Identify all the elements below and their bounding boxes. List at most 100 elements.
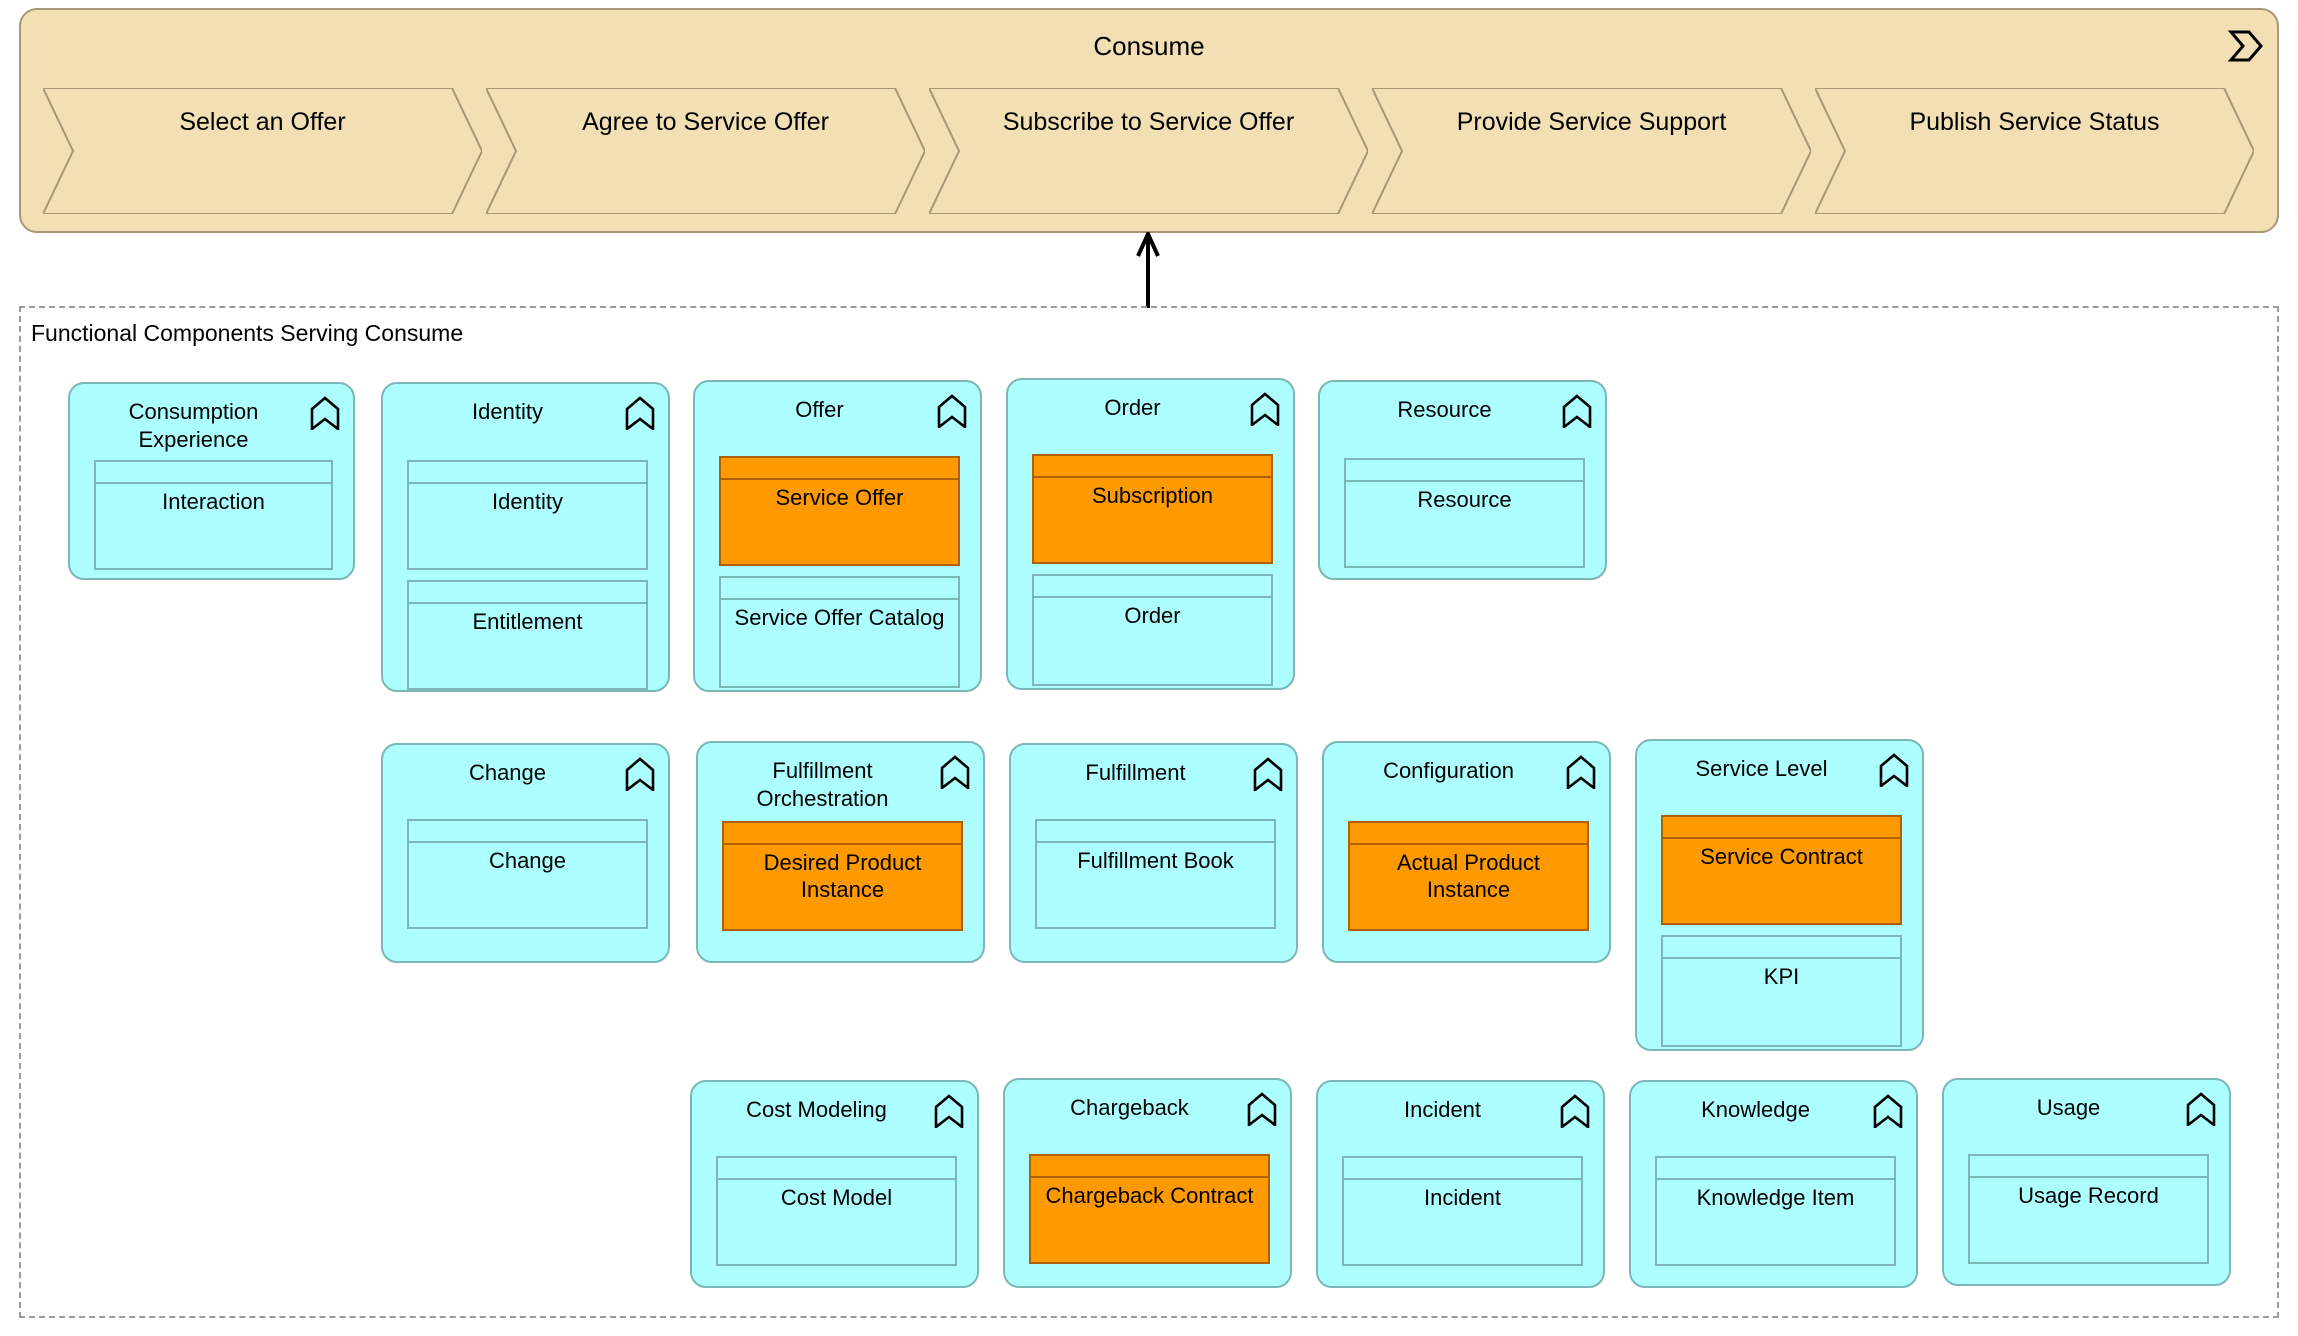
data-object-header-bar bbox=[1034, 476, 1271, 478]
data-object-header-bar bbox=[1346, 480, 1583, 482]
function-icon bbox=[1872, 1094, 1904, 1130]
function-card-usage[interactable]: Usage Usage Record bbox=[1942, 1078, 2231, 1286]
function-card-consumption-experience[interactable]: Consumption Experience Interaction bbox=[68, 382, 355, 580]
function-card-offer[interactable]: Offer Service Offer Service Offer Catalog bbox=[693, 380, 982, 692]
function-icon bbox=[624, 757, 656, 793]
data-object-usage-record[interactable]: Usage Record bbox=[1968, 1154, 2209, 1264]
data-object-label: Chargeback Contract bbox=[1045, 1183, 1254, 1208]
data-object-label: Order bbox=[1124, 603, 1181, 628]
function-icon bbox=[624, 396, 656, 432]
data-object-header-bar bbox=[1037, 841, 1274, 843]
function-card-title: Offer bbox=[795, 397, 844, 422]
function-card-order[interactable]: Order Subscription Order bbox=[1006, 378, 1295, 690]
function-card-title: Resource bbox=[1397, 397, 1492, 422]
data-object-label: Entitlement bbox=[472, 609, 583, 634]
function-card-title: Cost Modeling bbox=[746, 1097, 887, 1122]
function-card-incident[interactable]: Incident Incident bbox=[1316, 1080, 1605, 1288]
process-step-4[interactable]: Provide Service Support bbox=[1372, 88, 1811, 214]
function-card-title: Fulfillment bbox=[1085, 760, 1186, 785]
banner-title: Consume bbox=[1093, 31, 1205, 61]
data-object-incident[interactable]: Incident bbox=[1342, 1156, 1583, 1266]
function-icon bbox=[1561, 394, 1593, 430]
function-card-knowledge[interactable]: Knowledge Knowledge Item bbox=[1629, 1080, 1918, 1288]
process-step-2[interactable]: Agree to Service Offer bbox=[486, 88, 925, 214]
serving-relationship-arrow bbox=[1132, 229, 1164, 308]
function-icon bbox=[933, 1094, 965, 1130]
data-object-header-bar bbox=[409, 602, 646, 604]
data-object-header-bar bbox=[96, 482, 331, 484]
function-card-title: Order bbox=[1104, 395, 1161, 420]
data-object-entitlement[interactable]: Entitlement bbox=[407, 580, 648, 690]
data-object-label: Cost Model bbox=[780, 1185, 893, 1210]
function-card-chargeback[interactable]: Chargeback Chargeback Contract bbox=[1003, 1078, 1292, 1288]
function-icon bbox=[1249, 392, 1281, 428]
data-object-change[interactable]: Change bbox=[407, 819, 648, 929]
function-card-cost-modeling[interactable]: Cost Modeling Cost Model bbox=[690, 1080, 979, 1288]
business-process-icon bbox=[2223, 24, 2267, 68]
data-object-header-bar bbox=[721, 478, 958, 480]
data-object-label: Change bbox=[488, 848, 567, 873]
data-object-desired-product-instance[interactable]: Desired Product Instance bbox=[722, 821, 963, 931]
function-card-title: Change bbox=[468, 760, 547, 785]
function-card-service-level[interactable]: Service Level Service Contract KPI bbox=[1635, 739, 1924, 1051]
data-object-service-contract[interactable]: Service Contract bbox=[1661, 815, 1902, 925]
data-object-identity[interactable]: Identity bbox=[407, 460, 648, 570]
function-card-change[interactable]: Change Change bbox=[381, 743, 670, 963]
function-card-fulfillment[interactable]: Fulfillment Fulfillment Book bbox=[1009, 743, 1298, 963]
data-object-label: Identity bbox=[492, 489, 563, 514]
data-object-header-bar bbox=[1663, 957, 1900, 959]
function-icon bbox=[1246, 1092, 1278, 1128]
data-object-kpi[interactable]: KPI bbox=[1661, 935, 1902, 1047]
function-card-title: Fulfillment Orchestration bbox=[756, 758, 889, 811]
data-object-header-bar bbox=[721, 598, 958, 600]
data-object-label: KPI bbox=[1763, 964, 1800, 989]
data-object-interaction[interactable]: Interaction bbox=[94, 460, 333, 570]
function-card-resource[interactable]: Resource Resource bbox=[1318, 380, 1607, 580]
process-step-3[interactable]: Subscribe to Service Offer bbox=[929, 88, 1368, 214]
data-object-label: Fulfillment Book bbox=[1077, 848, 1234, 873]
data-object-subscription[interactable]: Subscription bbox=[1032, 454, 1273, 564]
data-object-order[interactable]: Order bbox=[1032, 574, 1273, 686]
process-step-row: Select an Offer Agree to Service Offer Sub… bbox=[43, 88, 2259, 214]
function-card-title: Consumption Experience bbox=[128, 399, 259, 452]
process-step-5[interactable]: Publish Service Status bbox=[1815, 88, 2254, 214]
function-icon bbox=[2185, 1092, 2217, 1128]
data-object-label: Service Offer Catalog bbox=[734, 605, 945, 630]
data-object-fulfillment-book[interactable]: Fulfillment Book bbox=[1035, 819, 1276, 929]
data-object-service-offer-catalog[interactable]: Service Offer Catalog bbox=[719, 576, 960, 688]
data-object-header-bar bbox=[724, 843, 961, 845]
data-object-header-bar bbox=[1657, 1178, 1894, 1180]
function-card-title: Usage bbox=[2036, 1095, 2101, 1120]
data-object-header-bar bbox=[718, 1178, 955, 1180]
data-object-knowledge-item[interactable]: Knowledge Item bbox=[1655, 1156, 1896, 1266]
data-object-header-bar bbox=[409, 841, 646, 843]
data-object-header-bar bbox=[409, 482, 646, 484]
data-object-cost-model[interactable]: Cost Model bbox=[716, 1156, 957, 1266]
function-card-title: Incident bbox=[1403, 1097, 1482, 1122]
data-object-actual-product-instance[interactable]: Actual Product Instance bbox=[1348, 821, 1589, 931]
data-object-service-offer[interactable]: Service Offer bbox=[719, 456, 960, 566]
function-card-fulfillment-orchestration[interactable]: Fulfillment Orchestration Desired Product… bbox=[696, 741, 985, 963]
data-object-label: Desired Product Instance bbox=[763, 850, 922, 902]
data-object-chargeback-contract[interactable]: Chargeback Contract bbox=[1029, 1154, 1270, 1264]
function-icon bbox=[1559, 1094, 1591, 1130]
function-icon bbox=[309, 396, 341, 432]
group-title: Functional Components Serving Consume bbox=[31, 320, 464, 346]
function-card-title: Identity bbox=[472, 399, 543, 424]
data-object-label: Actual Product Instance bbox=[1396, 850, 1541, 902]
consume-process-banner[interactable]: Consume Select an Offer Agree to Service … bbox=[19, 8, 2279, 233]
function-card-identity[interactable]: Identity Identity Entitlement bbox=[381, 382, 670, 692]
function-icon bbox=[1878, 753, 1910, 789]
function-icon bbox=[936, 394, 968, 430]
function-card-title: Service Level bbox=[1695, 756, 1828, 781]
function-card-title: Configuration bbox=[1383, 758, 1514, 783]
function-icon bbox=[1252, 757, 1284, 793]
data-object-label: Knowledge Item bbox=[1696, 1185, 1855, 1210]
data-object-label: Service Offer bbox=[775, 485, 904, 510]
data-object-label: Interaction bbox=[162, 489, 265, 514]
function-card-configuration[interactable]: Configuration Actual Product Instance bbox=[1322, 741, 1611, 963]
data-object-resource[interactable]: Resource bbox=[1344, 458, 1585, 568]
process-step-1[interactable]: Select an Offer bbox=[43, 88, 482, 214]
data-object-label: Subscription bbox=[1091, 483, 1214, 508]
data-object-label: Usage Record bbox=[2018, 1183, 2159, 1208]
